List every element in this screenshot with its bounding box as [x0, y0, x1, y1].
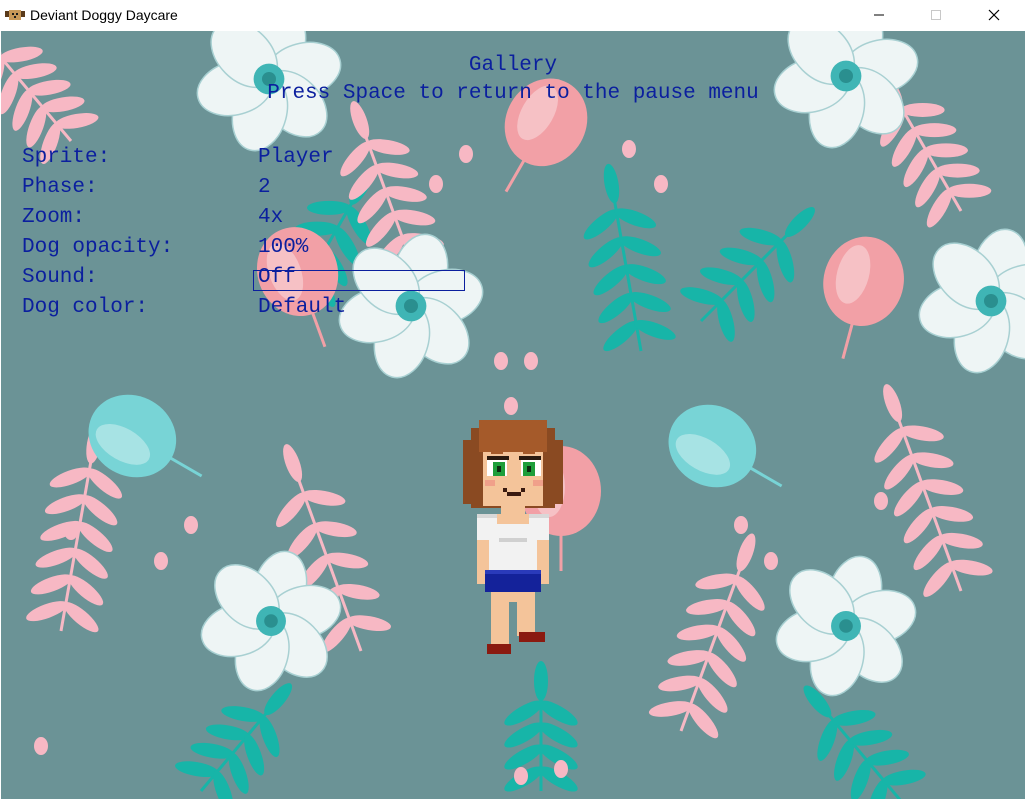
minimize-button[interactable] — [856, 0, 902, 31]
close-icon — [988, 9, 1000, 21]
window-title: Deviant Doggy Daycare — [30, 7, 178, 23]
close-button[interactable] — [971, 0, 1017, 31]
floral-background — [1, 31, 1025, 799]
setting-label-phase: Phase: — [22, 176, 98, 199]
instruction-text: Press Space to return to the pause menu — [267, 82, 759, 105]
setting-label-sprite: Sprite: — [22, 146, 111, 169]
setting-value-dog-color[interactable]: Default — [258, 296, 346, 320]
title-bar[interactable]: Deviant Doggy Daycare — [0, 0, 1025, 31]
minimize-icon — [874, 14, 884, 16]
setting-label-dog-color: Dog color: — [22, 296, 149, 319]
gallery-title: Gallery — [468, 54, 558, 77]
game-canvas[interactable]: Gallery Press Space to return to the pau… — [1, 31, 1025, 799]
setting-value-phase[interactable]: 2 — [258, 176, 271, 200]
setting-label-dog-opacity: Dog opacity: — [22, 236, 174, 259]
maximize-button[interactable] — [913, 0, 959, 31]
player-sprite — [463, 420, 563, 654]
setting-label-sound: Sound: — [22, 266, 98, 289]
setting-value-sprite[interactable]: Player — [258, 146, 334, 170]
setting-value-zoom[interactable]: 4x — [258, 206, 283, 230]
dog-icon — [5, 10, 25, 20]
setting-value-sound[interactable]: Off — [258, 266, 296, 290]
setting-label-zoom: Zoom: — [22, 206, 86, 229]
setting-value-dog-opacity[interactable]: 100% — [258, 236, 308, 260]
maximize-icon — [931, 10, 941, 20]
